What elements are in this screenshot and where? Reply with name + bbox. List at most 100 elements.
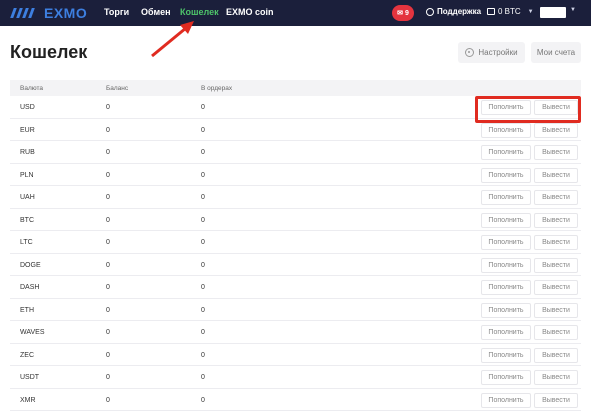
support-label: Поддержка (437, 7, 481, 16)
settings-button[interactable]: Настройки (458, 42, 525, 63)
balance-cell: 0 (106, 239, 110, 246)
currency-cell: BTC (20, 217, 34, 224)
in-orders-cell: 0 (201, 239, 205, 246)
withdraw-button[interactable]: Вывести (534, 168, 578, 183)
balance-cell: 0 (106, 374, 110, 381)
balance-cell: 0 (106, 172, 110, 179)
deposit-button[interactable]: Пополнить (481, 190, 531, 205)
balance-label: 0 BTC (498, 7, 521, 16)
in-orders-cell: 0 (201, 104, 205, 111)
chevron-down-icon[interactable]: ▼ (570, 7, 576, 13)
wallet-table: Валюта Баланс В ордерах USD00ПополнитьВы… (10, 80, 581, 411)
deposit-button[interactable]: Пополнить (481, 235, 531, 250)
table-row: RUB 0 0 ПополнитьВывести (10, 141, 581, 164)
currency-cell: USD (20, 104, 35, 111)
notifications-badge[interactable]: ✉ 9 (392, 5, 414, 21)
currency-cell: USDT (20, 374, 39, 381)
account-menu[interactable] (540, 7, 566, 18)
logo-mark-icon (10, 6, 40, 20)
withdraw-button[interactable]: Вывести (534, 348, 578, 363)
table-row: WAVES00ПополнитьВывести (10, 321, 581, 344)
currency-cell: RUB (20, 149, 35, 156)
currency-cell: LTC (20, 239, 33, 246)
nav-wallet[interactable]: Кошелек (180, 7, 219, 17)
deposit-button[interactable]: Пополнить (481, 145, 531, 160)
support-link[interactable]: Поддержка (426, 7, 481, 16)
table-row: DASH 0 0 ПополнитьВывести (10, 276, 581, 299)
nav-exmo-coin[interactable]: EXMO coin (226, 7, 274, 17)
deposit-button[interactable]: Пополнить (481, 280, 531, 295)
column-header-in-orders: В ордерах (201, 85, 232, 92)
deposit-button[interactable]: Пополнить (481, 213, 531, 228)
wallet-icon (487, 8, 495, 15)
balance-cell: 0 (106, 284, 110, 291)
currency-cell: EUR (20, 127, 35, 134)
withdraw-button[interactable]: Вывести (534, 325, 578, 340)
withdraw-button[interactable]: Вывести (534, 393, 578, 408)
table-row: ETH 0 0 ПополнитьВывести (10, 299, 581, 322)
withdraw-button[interactable]: Вывести (534, 190, 578, 205)
withdraw-button[interactable]: Вывести (534, 123, 578, 138)
withdraw-button[interactable]: Вывести (534, 303, 578, 318)
annotation-highlight-box (475, 96, 581, 123)
withdraw-button[interactable]: Вывести (534, 145, 578, 160)
in-orders-cell: 0 (201, 127, 205, 134)
deposit-button[interactable]: Пополнить (481, 168, 531, 183)
balance-cell: 0 (106, 352, 110, 359)
deposit-button[interactable]: Пополнить (481, 258, 531, 273)
deposit-button[interactable]: Пополнить (481, 325, 531, 340)
currency-cell: UAH (20, 194, 35, 201)
in-orders-cell: 0 (201, 352, 205, 359)
annotation-arrow-icon (150, 18, 200, 58)
table-row: UAH 0 0 ПополнитьВывести (10, 186, 581, 209)
table-row: ZEC 0 0 ПополнитьВывести (10, 344, 581, 367)
withdraw-button[interactable]: Вывести (534, 370, 578, 385)
gift-icon: ✉ (397, 9, 403, 17)
withdraw-button[interactable]: Вывести (534, 280, 578, 295)
balance-cell: 0 (106, 149, 110, 156)
in-orders-cell: 0 (201, 307, 205, 314)
my-accounts-button[interactable]: Мои счета (531, 42, 581, 63)
balance-cell: 0 (106, 104, 110, 111)
deposit-button[interactable]: Пополнить (481, 123, 531, 138)
table-row: PLN00ПополнитьВывести (10, 164, 581, 187)
balance-cell: 0 (106, 329, 110, 336)
balance-cell: 0 (106, 217, 110, 224)
table-row: XMR00ПополнитьВывести (10, 389, 581, 411)
logo-text: EXMO (44, 5, 87, 21)
withdraw-button[interactable]: Вывести (534, 258, 578, 273)
column-header-currency: Валюта (20, 85, 43, 92)
deposit-button[interactable]: Пополнить (481, 370, 531, 385)
notifications-count: 9 (405, 10, 409, 17)
nav-trade[interactable]: Торги (104, 7, 129, 17)
deposit-button[interactable]: Пополнить (481, 348, 531, 363)
table-header: Валюта Баланс В ордерах (10, 80, 581, 96)
table-row: DOGE00ПополнитьВывести (10, 254, 581, 277)
in-orders-cell: 0 (201, 149, 205, 156)
in-orders-cell: 0 (201, 284, 205, 291)
table-body: USD00ПополнитьВывестиEUR00ПополнитьВывес… (10, 96, 581, 411)
currency-cell: XMR (20, 397, 36, 404)
in-orders-cell: 0 (201, 217, 205, 224)
deposit-button[interactable]: Пополнить (481, 393, 531, 408)
currency-cell: WAVES (20, 329, 45, 336)
balance-cell: 0 (106, 307, 110, 314)
withdraw-button[interactable]: Вывести (534, 213, 578, 228)
currency-cell: DASH (20, 284, 39, 291)
balance-cell: 0 (106, 194, 110, 201)
deposit-button[interactable]: Пополнить (481, 303, 531, 318)
support-icon (426, 8, 434, 16)
nav-exchange[interactable]: Обмен (141, 7, 171, 17)
exmo-logo[interactable]: EXMO (10, 5, 87, 21)
withdraw-button[interactable]: Вывести (534, 235, 578, 250)
in-orders-cell: 0 (201, 194, 205, 201)
chevron-down-icon: ▼ (528, 9, 534, 15)
settings-label: Настройки (478, 48, 517, 57)
balance-cell: 0 (106, 397, 110, 404)
currency-cell: ETH (20, 307, 34, 314)
page-title: Кошелек (10, 42, 87, 63)
balance-dropdown[interactable]: 0 BTC ▼ (487, 7, 534, 16)
currency-cell: ZEC (20, 352, 34, 359)
column-header-balance: Баланс (106, 85, 128, 92)
table-row: BTC 0 0 ПополнитьВывести (10, 209, 581, 232)
